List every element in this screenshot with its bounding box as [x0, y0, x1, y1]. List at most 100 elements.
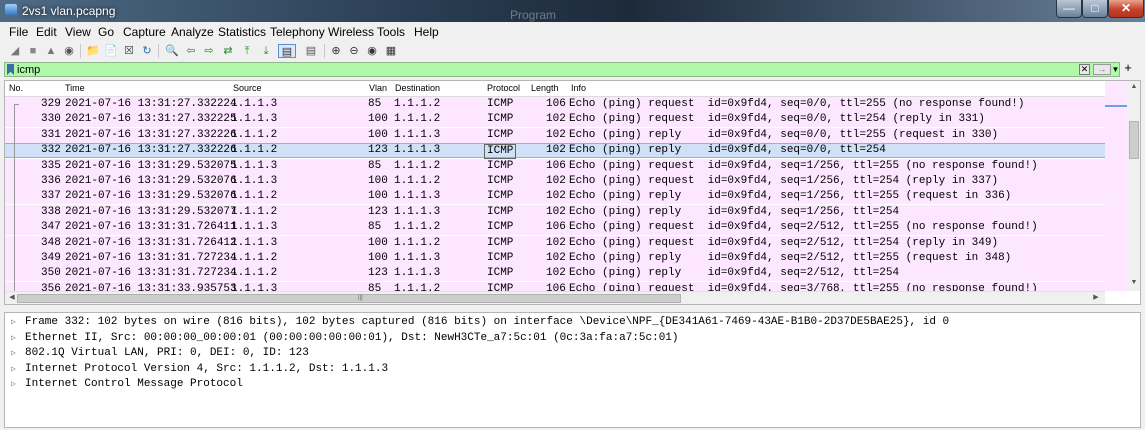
open-file-icon[interactable]: 📁: [86, 44, 100, 58]
packet-details-pane: ▷ Frame 332: 102 bytes on wire (816 bits)…: [4, 312, 1141, 428]
scroll-right-icon[interactable]: ▶: [1091, 293, 1101, 301]
packet-cell-no: 356: [41, 282, 61, 291]
resize-columns-icon[interactable]: ▦: [384, 44, 398, 58]
last-packet-icon[interactable]: ⤓: [259, 44, 273, 58]
packet-row[interactable]: 337 2021-07-16 13:31:29.532076 1.1.1.2 100 1…: [5, 189, 1105, 205]
packet-row[interactable]: 335 2021-07-16 13:31:29.532075 1.1.1.3 85 1.…: [5, 158, 1105, 174]
menu-tools[interactable]: Tools: [377, 25, 405, 39]
close-button[interactable]: ✕: [1108, 0, 1144, 18]
bookmark-icon[interactable]: [7, 64, 14, 75]
display-filter-bar: ✕ → ▼: [4, 62, 1120, 77]
menu-file[interactable]: File: [9, 25, 28, 39]
scroll-up-icon[interactable]: ▲: [1129, 83, 1139, 93]
column-header-no[interactable]: No.: [9, 83, 23, 93]
packet-cell-info: Echo (ping) request id=0x9fd4, seq=0/0, …: [569, 98, 1025, 110]
packet-cell-vlan: 85: [368, 159, 382, 172]
packet-row[interactable]: 349 2021-07-16 13:31:31.727234 1.1.1.2 100 1…: [5, 251, 1105, 266]
zoom-out-icon[interactable]: ⊖: [347, 44, 361, 58]
packet-minimap[interactable]: [1105, 81, 1127, 291]
menu-analyze[interactable]: Analyze: [171, 25, 214, 39]
packet-row[interactable]: 350 2021-07-16 13:31:31.727234 1.1.1.2 123 1…: [5, 266, 1105, 282]
column-header-vlan[interactable]: Vlan: [369, 83, 387, 93]
find-packet-icon[interactable]: 🔍: [165, 44, 179, 58]
expand-arrow-icon[interactable]: ▷: [11, 377, 16, 392]
expand-arrow-icon[interactable]: ▷: [11, 315, 16, 330]
detail-text: Frame 332: 102 bytes on wire (816 bits),…: [25, 316, 950, 328]
zoom-in-icon[interactable]: ⊕: [329, 44, 343, 58]
packet-row[interactable]: 329 2021-07-16 13:31:27.332224 1.1.1.3 85 1.…: [5, 97, 1105, 112]
apply-filter-icon[interactable]: →: [1093, 64, 1111, 75]
conversation-line: [14, 104, 15, 291]
menu-view[interactable]: View: [65, 25, 91, 39]
packet-list-horizontal-scrollbar[interactable]: ◀ ||| ▶: [5, 291, 1105, 304]
menu-capture[interactable]: Capture: [123, 25, 166, 39]
packet-row[interactable]: 336 2021-07-16 13:31:29.532076 1.1.1.3 100 1…: [5, 174, 1105, 189]
packet-row[interactable]: 331 2021-07-16 13:31:27.332226 1.1.1.2 100 1…: [5, 127, 1105, 143]
column-header-destination[interactable]: Destination: [395, 83, 440, 93]
scroll-down-icon[interactable]: ▼: [1129, 279, 1139, 289]
maximize-button[interactable]: □: [1082, 0, 1108, 18]
start-capture-icon[interactable]: ◢: [8, 44, 22, 58]
scroll-left-icon[interactable]: ◀: [7, 293, 17, 301]
packet-cell-vlan: 100: [368, 252, 388, 264]
packet-list-vertical-scrollbar[interactable]: ▲ ▼: [1127, 81, 1140, 291]
packet-cell-destination: 1.1.1.2: [394, 236, 441, 249]
close-file-icon[interactable]: ☒: [122, 44, 136, 58]
packet-cell-source: 1.1.1.3: [231, 282, 278, 291]
menu-statistics[interactable]: Statistics: [218, 25, 266, 39]
packet-row[interactable]: 338 2021-07-16 13:31:29.532077 1.1.1.2 123 1…: [5, 204, 1105, 220]
minimize-button[interactable]: —: [1056, 0, 1082, 18]
menu-help[interactable]: Help: [414, 25, 439, 39]
column-header-protocol[interactable]: Protocol: [487, 83, 520, 93]
stop-capture-icon[interactable]: ■: [26, 44, 40, 58]
go-back-icon[interactable]: ⇦: [184, 44, 198, 58]
menu-go[interactable]: Go: [98, 25, 114, 39]
vertical-scroll-thumb[interactable]: [1129, 121, 1139, 159]
first-packet-icon[interactable]: ⤒: [240, 44, 254, 58]
packet-cell-time: 2021-07-16 13:31:27.332224: [65, 98, 237, 110]
filter-dropdown-icon[interactable]: ▼: [1111, 64, 1120, 75]
packet-cell-source: 1.1.1.2: [231, 252, 278, 264]
menu-edit[interactable]: Edit: [36, 25, 57, 39]
packet-row[interactable]: 332 2021-07-16 13:31:27.332226 1.1.1.2 123 1…: [5, 143, 1105, 160]
go-forward-icon[interactable]: ⇨: [202, 44, 216, 58]
colorize-icon[interactable]: ▤: [302, 44, 320, 58]
menu-wireless[interactable]: Wireless: [328, 25, 374, 39]
packet-cell-info: Echo (ping) reply id=0x9fd4, seq=2/512, …: [569, 252, 1012, 264]
expand-arrow-icon[interactable]: ▷: [11, 362, 16, 377]
packet-cell-protocol: ICMP: [487, 236, 514, 249]
expand-arrow-icon[interactable]: ▷: [11, 346, 16, 361]
auto-scroll-icon[interactable]: ▤: [278, 44, 296, 58]
expand-arrow-icon[interactable]: ▷: [11, 331, 16, 346]
packet-row[interactable]: 348 2021-07-16 13:31:31.726412 1.1.1.3 100 1…: [5, 235, 1105, 251]
clear-filter-icon[interactable]: ✕: [1079, 64, 1090, 75]
save-file-icon[interactable]: 📄: [104, 44, 118, 58]
packet-row[interactable]: 356 2021-07-16 13:31:33.935753 1.1.1.3 85 1.…: [5, 281, 1105, 291]
restart-capture-icon[interactable]: ▲: [44, 44, 58, 58]
packet-row[interactable]: 347 2021-07-16 13:31:31.726411 1.1.1.3 85 1.…: [5, 220, 1105, 236]
column-header-info[interactable]: Info: [571, 83, 586, 93]
packet-cell-no: 331: [41, 128, 61, 141]
packet-cell-length: 102: [546, 267, 566, 280]
normal-size-icon[interactable]: ◉: [365, 44, 379, 58]
packet-cell-info: Echo (ping) reply id=0x9fd4, seq=0/0, tt…: [569, 128, 999, 141]
packet-cell-protocol: ICMP: [484, 144, 517, 160]
packet-cell-info: Echo (ping) request id=0x9fd4, seq=2/512…: [569, 236, 999, 249]
packet-row[interactable]: 330 2021-07-16 13:31:27.332225 1.1.1.3 100 1…: [5, 112, 1105, 128]
packet-cell-vlan: 100: [368, 236, 388, 249]
add-filter-button[interactable]: +: [1122, 61, 1134, 75]
menu-telephony[interactable]: Telephony: [270, 25, 325, 39]
reload-file-icon[interactable]: ↻: [140, 44, 154, 58]
column-header-source[interactable]: Source: [233, 83, 262, 93]
packet-cell-no: 336: [41, 175, 61, 187]
column-header-time[interactable]: Time: [65, 83, 85, 93]
packet-cell-protocol: ICMP: [487, 128, 514, 141]
horizontal-scroll-thumb[interactable]: |||: [17, 294, 681, 303]
packet-cell-vlan: 100: [368, 190, 388, 203]
packet-cell-info: Echo (ping) request id=0x9fd4, seq=1/256…: [569, 175, 999, 187]
go-to-packet-icon[interactable]: ⇄: [221, 44, 235, 58]
packet-cell-info: Echo (ping) request id=0x9fd4, seq=3/768…: [569, 282, 1038, 291]
display-filter-input[interactable]: [17, 63, 1017, 76]
capture-options-icon[interactable]: ◉: [62, 44, 76, 58]
column-header-length[interactable]: Length: [531, 83, 559, 93]
